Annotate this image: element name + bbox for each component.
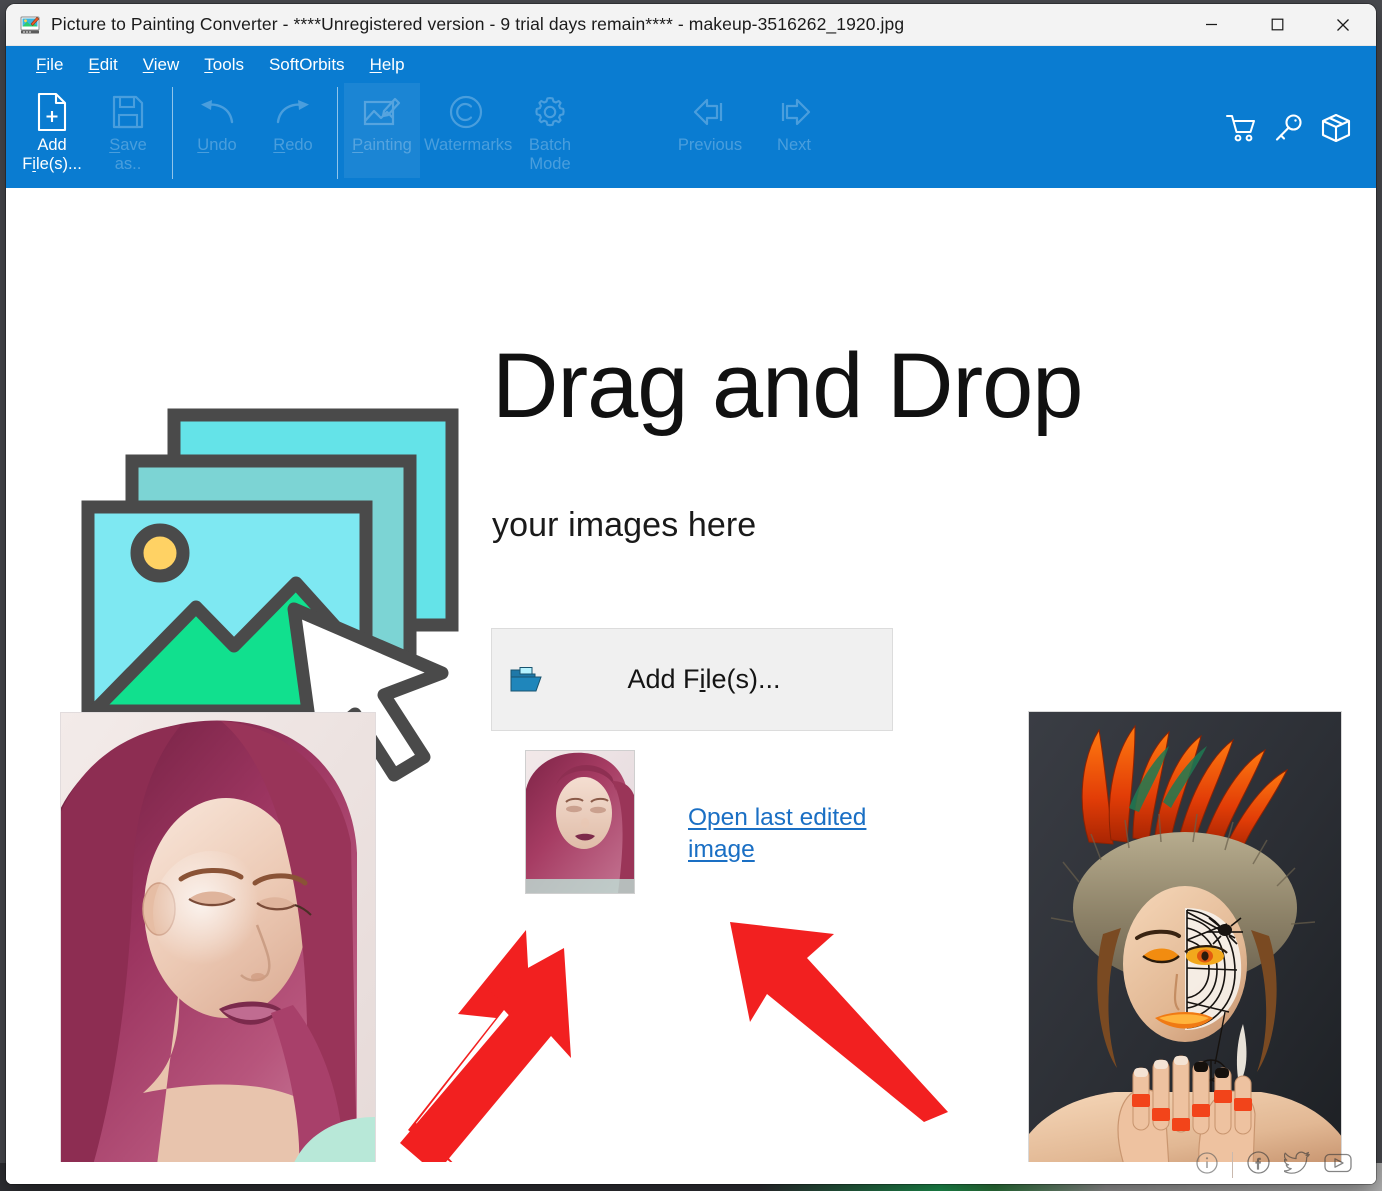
status-strip — [6, 1162, 1376, 1184]
menu-item-tools[interactable]: Tools — [192, 51, 256, 79]
redo-arrow-icon — [273, 90, 313, 134]
toolbar-label-add-files: Add File(s)... — [22, 136, 82, 174]
document-plus-icon — [35, 90, 69, 134]
menu-item-file[interactable]: File — [24, 51, 75, 79]
toolbar-label-next: Next — [777, 136, 811, 154]
toolbar-separator-1 — [172, 87, 173, 179]
window-controls — [1178, 4, 1376, 45]
twitter-icon[interactable] — [1282, 1150, 1311, 1180]
toolbar-button-previous[interactable]: Previous — [664, 83, 756, 178]
toolbar-button-redo[interactable]: Redo — [255, 83, 331, 178]
title-bar: Picture to Painting Converter - ****Unre… — [6, 4, 1376, 46]
key-icon[interactable] — [1274, 113, 1304, 148]
red-arrow-left-shape — [400, 948, 571, 1174]
sample-photo-pink-hair-portrait[interactable] — [60, 712, 376, 1166]
menu-item-help[interactable]: Help — [358, 51, 417, 79]
application-window: Picture to Painting Converter - ****Unre… — [6, 4, 1376, 1184]
menu-item-softorbits-label: SoftOrbits — [268, 54, 345, 74]
minimize-button[interactable] — [1178, 4, 1244, 45]
close-button[interactable] — [1310, 4, 1376, 45]
toolbar-button-next[interactable]: Next — [756, 83, 832, 178]
main-content-area: Drag and Drop your images here Add File(… — [6, 188, 1376, 1184]
picture-pencil-icon — [362, 90, 402, 134]
toolbar-label-save-as: Save as.. — [109, 136, 147, 174]
menu-bar: File Edit View Tools SoftOrbits Help — [6, 46, 1376, 83]
menu-item-view[interactable]: View — [131, 51, 192, 79]
window-title: Picture to Painting Converter - ****Unre… — [51, 14, 905, 34]
toolbar-button-save-as[interactable]: Save as.. — [90, 83, 166, 178]
shopping-cart-icon[interactable] — [1226, 113, 1258, 148]
add-files-button[interactable]: Add File(s)... — [491, 628, 893, 731]
picture-to-painting-app-icon — [20, 15, 40, 35]
screen: Picture to Painting Converter - ****Unre… — [0, 0, 1382, 1191]
add-files-button-label: Add File(s)... — [627, 664, 781, 694]
menu-item-file-label: ile — [46, 54, 64, 74]
toolbar: Add File(s)... Save as.. Undo Redo Paint… — [6, 83, 1376, 188]
toolbar-label-previous: Previous — [677, 136, 743, 154]
toolbar-right-icons — [1226, 113, 1376, 148]
copyright-icon — [448, 90, 484, 134]
arrow-left-icon — [691, 90, 729, 134]
maximize-button[interactable] — [1244, 4, 1310, 45]
social-divider — [1232, 1152, 1233, 1178]
arrow-right-icon — [775, 90, 813, 134]
last-edited-image-thumbnail[interactable] — [525, 750, 635, 894]
toolbar-label-batch-mode: Batch Mode — [528, 136, 572, 174]
toolbar-button-painting[interactable]: Painting — [344, 83, 420, 178]
box-icon[interactable] — [1320, 113, 1352, 148]
drop-zone-title: Drag and Drop — [492, 335, 1083, 437]
open-folder-icon — [510, 665, 544, 695]
youtube-icon[interactable] — [1324, 1152, 1352, 1179]
toolbar-label-watermarks: Watermarks — [424, 136, 513, 154]
red-arrow-pointing-to-thumbnail — [408, 930, 532, 1168]
menu-item-help-label: elp — [381, 54, 405, 74]
info-icon[interactable] — [1195, 1151, 1219, 1180]
menu-item-view-label: iew — [153, 54, 180, 74]
menu-item-edit-label: dit — [99, 54, 118, 74]
toolbar-label-painting: Painting — [352, 136, 412, 154]
open-last-edited-image-link[interactable]: Open last edited image — [688, 802, 898, 867]
toolbar-button-watermarks[interactable]: Watermarks — [420, 83, 512, 178]
social-links-bar — [1195, 1150, 1352, 1180]
red-arrow-right-shape — [730, 922, 948, 1122]
facebook-icon[interactable] — [1246, 1150, 1271, 1180]
toolbar-button-add-files[interactable]: Add File(s)... — [14, 83, 90, 178]
menu-item-tools-label: ools — [212, 54, 244, 74]
toolbar-separator-2 — [337, 87, 338, 179]
annotation-arrows — [396, 918, 966, 1178]
undo-arrow-icon — [197, 90, 237, 134]
floppy-disk-icon — [111, 90, 145, 134]
sample-photo-feather-headdress-portrait[interactable] — [1028, 711, 1342, 1169]
menu-item-edit[interactable]: Edit — [76, 51, 129, 79]
gear-icon — [532, 90, 568, 134]
drop-zone-subtitle: your images here — [492, 506, 757, 544]
toolbar-label-redo: Redo — [273, 136, 313, 154]
menu-item-softorbits[interactable]: SoftOrbits — [257, 51, 357, 79]
toolbar-button-batch-mode[interactable]: Batch Mode — [512, 83, 588, 178]
toolbar-button-undo[interactable]: Undo — [179, 83, 255, 178]
toolbar-label-undo: Undo — [197, 136, 237, 154]
